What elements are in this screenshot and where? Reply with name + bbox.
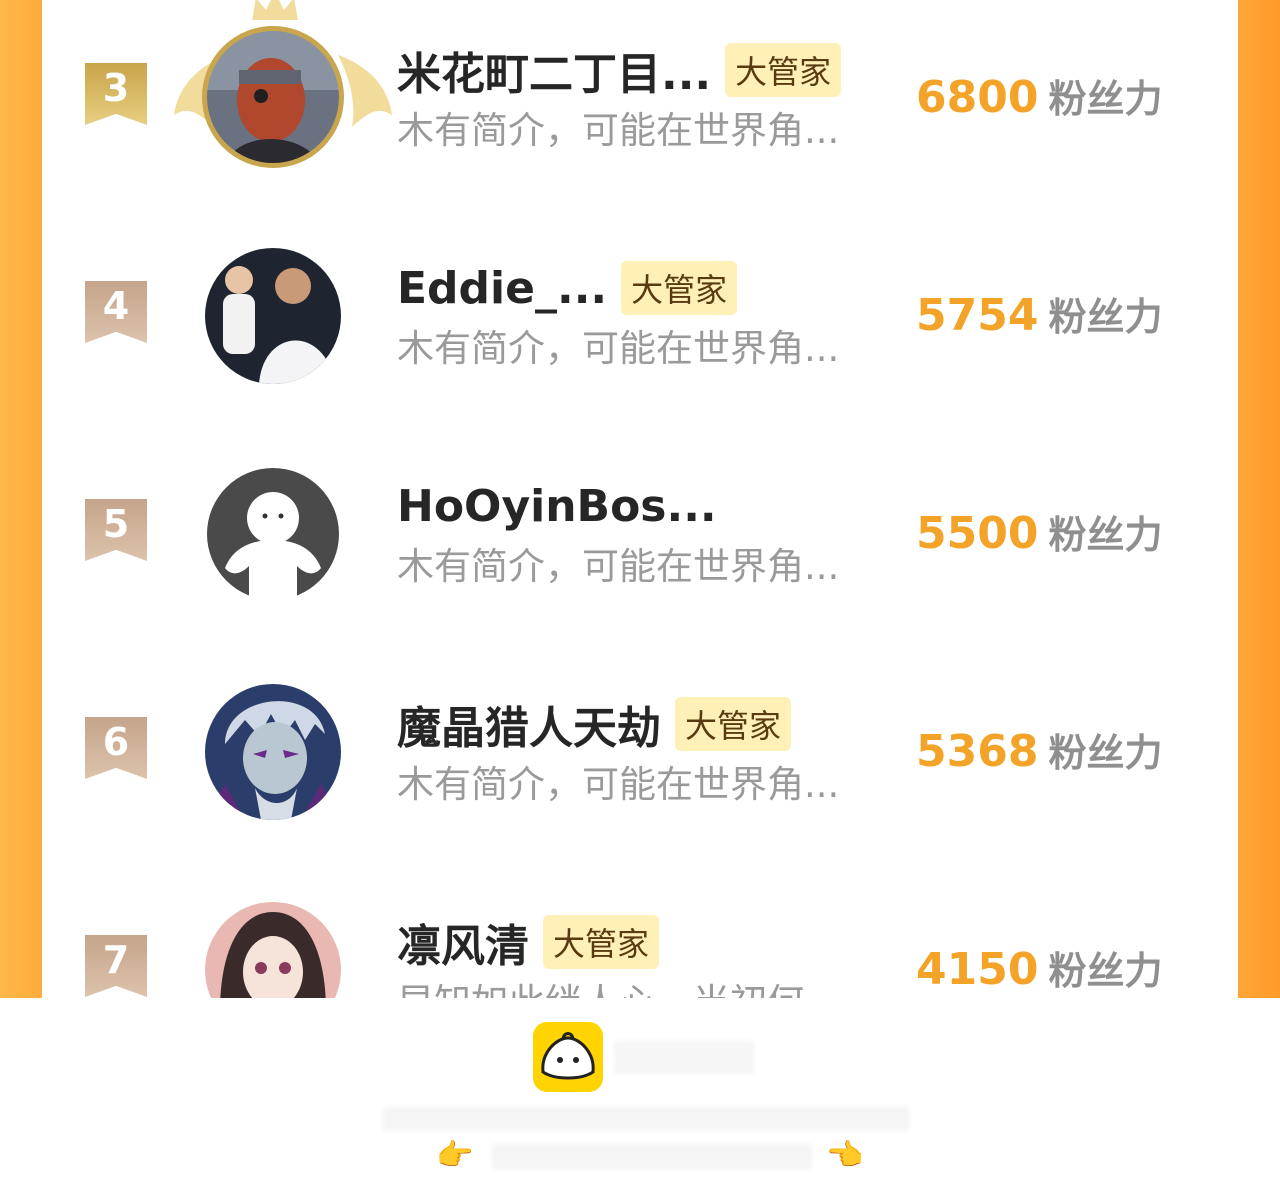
role-badge: 大管家 <box>543 915 660 969</box>
fan-power-unit: 粉丝力 <box>1048 77 1163 121</box>
user-description: 早知如此绊人心，当初何 <box>397 972 804 998</box>
user-name[interactable]: 米花町二丁目... <box>397 38 711 102</box>
fan-power-unit: 粉丝力 <box>1048 731 1163 775</box>
avatar[interactable] <box>205 248 341 384</box>
blurred-app-name <box>614 1040 754 1074</box>
fan-power-unit: 粉丝力 <box>1048 295 1163 339</box>
rank-ribbon: 5 <box>85 499 147 561</box>
fan-power-value: 4150 <box>916 944 1039 995</box>
ranking-row-7[interactable]: 7 凛风清 大管家 早知如此绊人心，当初何 4150粉丝力 <box>42 872 1238 998</box>
fan-power: 6800 粉丝力 <box>916 68 1162 123</box>
rank-ribbon: 4 <box>85 281 147 343</box>
user-name[interactable]: Eddie_... <box>397 263 607 314</box>
fan-power-value: 5368 <box>916 726 1039 777</box>
name-line: HoOyinBos... <box>397 476 717 536</box>
role-badge: 大管家 <box>621 261 738 315</box>
ranking-list: 3 米花町二丁目... 大管家 木有简介，可能在世界角... 6800 粉丝力 … <box>42 0 1238 998</box>
ranking-row-4[interactable]: 4 Eddie_... 大管家 木有简介，可能在世界角... 5754 粉丝力 <box>42 218 1238 418</box>
fan-power-unit: 粉丝力 <box>1048 949 1163 993</box>
rank-ribbon: 7 <box>85 935 147 997</box>
avatar[interactable] <box>205 902 341 998</box>
fan-power-unit: 粉丝力 <box>1048 513 1163 557</box>
user-name[interactable]: 魔晶猎人天劫 <box>397 692 661 756</box>
fan-power: 5754 粉丝力 <box>916 286 1162 341</box>
bun-mascot-icon <box>533 1022 603 1092</box>
avatar-frame <box>202 26 344 168</box>
user-name[interactable]: HoOyinBos... <box>397 481 717 532</box>
fan-power-value: 6800 <box>916 72 1039 123</box>
crown-icon <box>252 0 298 20</box>
name-line: 凛风清 大管家 <box>397 910 660 974</box>
pointing-left-hand-icon: 👈 <box>826 1138 864 1173</box>
user-description: 木有简介，可能在世界角... <box>397 109 840 152</box>
fan-power-value: 5754 <box>916 290 1039 341</box>
role-badge: 大管家 <box>725 43 842 97</box>
name-line: 魔晶猎人天劫 大管家 <box>397 692 792 756</box>
avatar[interactable] <box>205 684 341 820</box>
user-description: 木有简介，可能在世界角... <box>397 545 840 588</box>
ranking-row-6[interactable]: 6 魔晶猎人天劫 大管家 木有简介，可能在世界角... 5368 粉丝力 <box>42 654 1238 854</box>
crown-wing-right-icon <box>338 55 392 127</box>
fan-power: 4150 粉丝力 <box>916 940 1162 995</box>
blurred-tagline <box>383 1107 909 1131</box>
pointing-right-hand-icon: 👉 <box>436 1138 474 1173</box>
fan-power-value: 5500 <box>916 508 1039 559</box>
user-description: 木有简介，可能在世界角... <box>397 327 840 370</box>
role-badge: 大管家 <box>675 697 792 751</box>
blurred-call-to-action[interactable] <box>492 1144 812 1170</box>
default-avatar-icon[interactable] <box>205 466 341 602</box>
ranking-row-5[interactable]: 5 HoOyinBos... 木有简介，可能在世界角... 5500 粉丝力 <box>42 436 1238 636</box>
name-line: Eddie_... 大管家 <box>397 258 738 318</box>
fan-power: 5500 粉丝力 <box>916 504 1162 559</box>
ranking-row-3[interactable]: 3 米花町二丁目... 大管家 木有简介，可能在世界角... 6800 粉丝力 <box>42 0 1238 200</box>
rank-ribbon: 3 <box>85 63 147 125</box>
name-line: 米花町二丁目... 大管家 <box>397 38 842 102</box>
rank-ribbon: 6 <box>85 717 147 779</box>
user-description: 木有简介，可能在世界角... <box>397 763 840 806</box>
fan-power: 5368 粉丝力 <box>916 722 1162 777</box>
user-name[interactable]: 凛风清 <box>397 910 529 974</box>
